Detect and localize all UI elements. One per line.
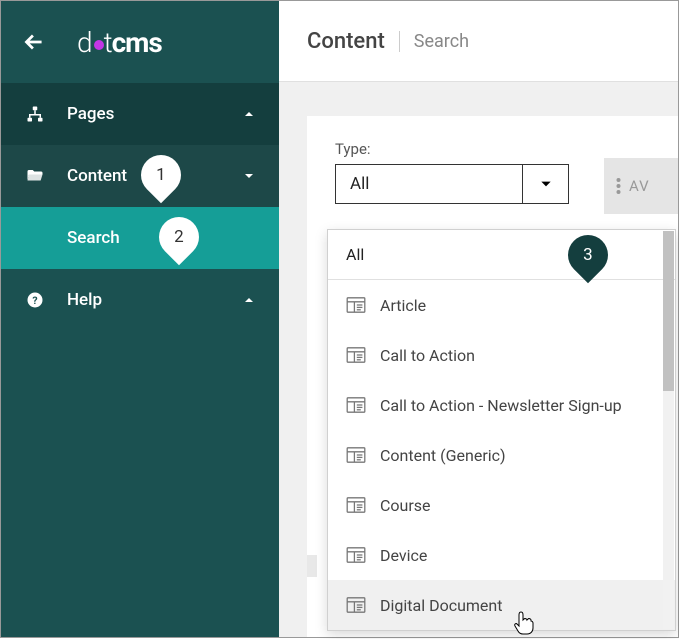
content-type-icon	[346, 297, 366, 313]
sidebar: dtcms Pages Content 1 Search 2	[1, 1, 279, 637]
type-label: Type:	[335, 140, 650, 158]
back-button[interactable]	[21, 29, 47, 55]
logo-text-1: d	[77, 26, 92, 59]
dropdown-option[interactable]: Device	[328, 530, 675, 580]
button-label: AV	[629, 177, 650, 195]
chevron-up-icon	[243, 105, 255, 124]
page-title: Content	[307, 29, 385, 54]
callout-2: 2	[151, 209, 208, 266]
help-icon: ?	[25, 291, 45, 309]
chevron-up-icon	[243, 291, 255, 310]
logo-dot	[94, 40, 104, 50]
dropdown-option-label: Call to Action - Newsletter Sign-up	[380, 396, 622, 415]
dropdown-scrollbar[interactable]	[663, 231, 674, 629]
chevron-down-icon	[522, 165, 568, 203]
content-type-icon	[346, 397, 366, 413]
sidebar-item-pages[interactable]: Pages	[1, 83, 279, 145]
content-type-icon	[346, 347, 366, 363]
dropdown-option[interactable]: Content (Generic)	[328, 430, 675, 480]
page-subtitle: Search	[399, 31, 469, 52]
logo: dtcms	[77, 26, 162, 59]
content-type-icon	[346, 497, 366, 513]
dropdown-option-label: Device	[380, 546, 427, 565]
dropdown-option[interactable]: Article	[328, 280, 675, 330]
dropdown-option[interactable]: Course	[328, 480, 675, 530]
sitemap-icon	[25, 105, 45, 123]
content-type-icon	[346, 447, 366, 463]
sidebar-subitem-search[interactable]: Search 2	[1, 207, 279, 269]
dropdown-option[interactable]: Call to Action - Newsletter Sign-up	[328, 380, 675, 430]
type-dropdown: All Article Call to Action Call to Actio…	[327, 229, 676, 631]
content-type-icon	[346, 547, 366, 563]
type-select[interactable]: All	[335, 164, 569, 204]
available-actions-button[interactable]: AV	[604, 158, 678, 214]
sidebar-subitem-label: Search	[67, 228, 120, 248]
dropdown-option-label: Article	[380, 296, 426, 315]
sidebar-item-label: Help	[67, 290, 243, 310]
sidebar-item-help[interactable]: ? Help	[1, 269, 279, 331]
page-header: Content Search	[279, 1, 678, 82]
sidebar-item-content[interactable]: Content 1	[1, 145, 279, 207]
dots-vertical-icon	[616, 178, 621, 194]
logo-text-2: t	[104, 26, 112, 59]
logo-text-3: cms	[112, 26, 162, 59]
callout-1: 1	[133, 147, 190, 204]
dropdown-option-label: Digital Document	[380, 596, 502, 615]
decorative-strip	[307, 555, 317, 577]
sidebar-header: dtcms	[1, 1, 279, 83]
chevron-down-icon	[243, 167, 255, 186]
svg-text:?: ?	[32, 294, 37, 307]
sidebar-item-label: Pages	[67, 104, 243, 124]
type-select-value: All	[336, 165, 522, 203]
dropdown-option-label: Course	[380, 496, 431, 515]
dropdown-option-digital-document[interactable]: Digital Document 3	[328, 580, 675, 630]
dropdown-option-label: Call to Action	[380, 346, 475, 365]
folder-open-icon	[25, 167, 45, 185]
scrollbar-thumb[interactable]	[663, 231, 674, 391]
content-type-icon	[346, 597, 366, 613]
dropdown-option-label: All	[346, 245, 364, 264]
nav: Pages Content 1 Search 2 ? Help	[1, 83, 279, 331]
dropdown-option-label: Content (Generic)	[380, 446, 506, 465]
dropdown-option-all[interactable]: All	[328, 230, 675, 280]
dropdown-option[interactable]: Call to Action	[328, 330, 675, 380]
